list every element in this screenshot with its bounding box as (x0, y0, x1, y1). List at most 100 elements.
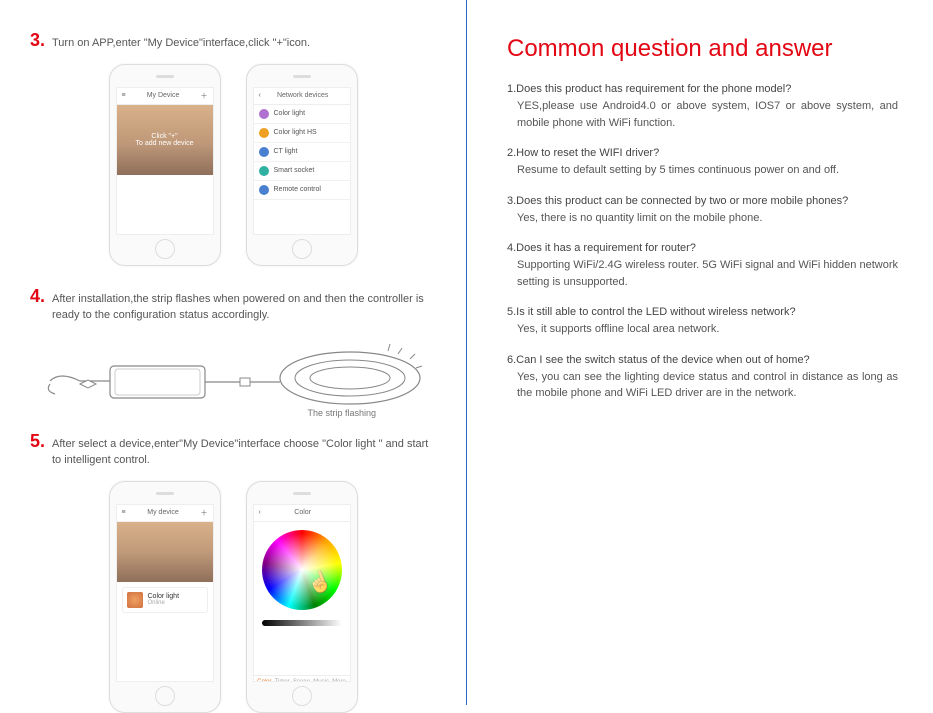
step-text: After select a device,enter"My Device"in… (52, 431, 436, 469)
phone-screen: ≡ My Device ＋ Click "+" To add new devic… (116, 87, 214, 235)
qa-answer: Yes, you can see the lighting device sta… (507, 369, 898, 402)
color-wheel: ☝ (262, 530, 342, 610)
qa-heading: Common question and answer (507, 35, 898, 63)
hero-image: Click "+" To add new device (117, 105, 213, 175)
qa-item: 6.Can I see the switch status of the dev… (507, 354, 898, 402)
step5-phones: ≡ My device ＋ Color light Online (30, 481, 436, 713)
right-page: Common question and answer 1.Does this p… (467, 0, 933, 705)
qa-question: 1.Does this product has requirement for … (507, 83, 898, 95)
step-number: 5. (30, 431, 52, 469)
figure-caption: The strip flashing (307, 408, 376, 418)
qa-item: 4.Does it has a requirement for router? … (507, 242, 898, 290)
phone-screen: ‹ Color ☝ Color Timer Scene Music More (253, 504, 351, 682)
step3-phones: ≡ My Device ＋ Click "+" To add new devic… (30, 64, 436, 266)
phone-speaker-icon (156, 75, 174, 78)
qa-item: 5.Is it still able to control the LED wi… (507, 306, 898, 338)
step-5: 5. After select a device,enter"My Device… (30, 431, 436, 469)
screen-body: Color light Online (117, 522, 213, 682)
plus-icon: ＋ (200, 508, 207, 518)
device-icon (259, 185, 269, 195)
plus-icon: ＋ (201, 91, 208, 101)
list-item: Color light (254, 105, 350, 124)
qa-answer: Yes, it supports offline local area netw… (507, 321, 898, 338)
phone-screen: ≡ My device ＋ Color light Online (116, 504, 214, 682)
tab: Scene (293, 679, 310, 682)
qa-question: 3.Does this product can be connected by … (507, 195, 898, 207)
row-label: CT light (274, 148, 298, 155)
screen-header: ≡ My Device ＋ (117, 88, 213, 105)
qa-question: 6.Can I see the switch status of the dev… (507, 354, 898, 366)
screen-header: ‹ Color (254, 505, 350, 522)
phone-my-device-selected: ≡ My device ＋ Color light Online (109, 481, 221, 713)
home-button-icon (155, 686, 175, 706)
qa-question: 4.Does it has a requirement for router? (507, 242, 898, 254)
row-label: Color light HS (274, 129, 317, 136)
screen-title: Network devices (277, 92, 328, 99)
device-icon (259, 147, 269, 157)
brightness-slider (262, 620, 342, 626)
phone-network-devices: ‹ Network devices Color light Color ligh… (246, 64, 358, 266)
screen-title: My Device (147, 92, 180, 99)
tab: Music (313, 679, 329, 682)
device-icon (259, 166, 269, 176)
led-strip-figure: The strip flashing (40, 336, 426, 416)
qa-answer: Resume to default setting by 5 times con… (507, 162, 898, 179)
row-label: Remote control (274, 186, 321, 193)
qa-item: 2.How to reset the WIFI driver? Resume t… (507, 147, 898, 179)
home-button-icon (292, 239, 312, 259)
row-label: Smart socket (274, 167, 315, 174)
qa-item: 3.Does this product can be connected by … (507, 195, 898, 227)
tab: Color (257, 679, 271, 682)
phone-color-control: ‹ Color ☝ Color Timer Scene Music More (246, 481, 358, 713)
qa-answer: YES,please use Android4.0 or above syste… (507, 98, 898, 131)
tab-row: Color Timer Scene Music More (254, 675, 350, 682)
tab: Timer (275, 679, 290, 682)
screen-header: ‹ Network devices (254, 88, 350, 105)
screen-title: My device (147, 509, 179, 516)
screen-body: Click "+" To add new device (117, 105, 213, 235)
back-icon: ‹ (259, 92, 261, 99)
tab: More (332, 679, 346, 682)
hand-pointer-icon: ☝ (303, 566, 335, 598)
menu-icon: ≡ (122, 509, 126, 516)
list-item: Smart socket (254, 162, 350, 181)
step-3: 3. Turn on APP,enter "My Device"interfac… (30, 30, 436, 52)
hero-image (117, 522, 213, 582)
home-button-icon (292, 686, 312, 706)
device-card: Color light Online (122, 587, 208, 613)
phone-speaker-icon (293, 492, 311, 495)
step-number: 3. (30, 30, 52, 52)
qa-question: 2.How to reset the WIFI driver? (507, 147, 898, 159)
menu-icon: ≡ (122, 92, 126, 99)
list-item: Remote control (254, 181, 350, 200)
step-text: Turn on APP,enter "My Device"interface,c… (52, 30, 310, 52)
back-icon: ‹ (259, 509, 261, 516)
device-thumb-icon (127, 592, 143, 608)
step-number: 4. (30, 286, 52, 324)
card-title: Color light (148, 593, 180, 600)
phone-speaker-icon (293, 75, 311, 78)
phone-screen: ‹ Network devices Color light Color ligh… (253, 87, 351, 235)
screen-body: Color light Color light HS CT light Smar… (254, 105, 350, 235)
card-sub: Online (148, 600, 180, 606)
list-item: CT light (254, 143, 350, 162)
qa-answer: Yes, there is no quantity limit on the m… (507, 210, 898, 227)
home-button-icon (155, 239, 175, 259)
qa-answer: Supporting WiFi/2.4G wireless router. 5G… (507, 257, 898, 290)
step-text: After installation,the strip flashes whe… (52, 286, 436, 324)
hero-text-1: Click "+" (151, 133, 177, 140)
qa-item: 1.Does this product has requirement for … (507, 83, 898, 131)
list-item: Color light HS (254, 124, 350, 143)
left-page: 3. Turn on APP,enter "My Device"interfac… (0, 0, 466, 705)
phone-speaker-icon (156, 492, 174, 495)
phone-my-device: ≡ My Device ＋ Click "+" To add new devic… (109, 64, 221, 266)
screen-header: ≡ My device ＋ (117, 505, 213, 522)
qa-question: 5.Is it still able to control the LED wi… (507, 306, 898, 318)
device-icon (259, 128, 269, 138)
row-label: Color light (274, 110, 306, 117)
screen-body: ☝ Color Timer Scene Music More (254, 530, 350, 682)
step-4: 4. After installation,the strip flashes … (30, 286, 436, 324)
hero-text-2: To add new device (136, 140, 194, 147)
led-strip-illustration (40, 336, 440, 416)
device-icon (259, 109, 269, 119)
